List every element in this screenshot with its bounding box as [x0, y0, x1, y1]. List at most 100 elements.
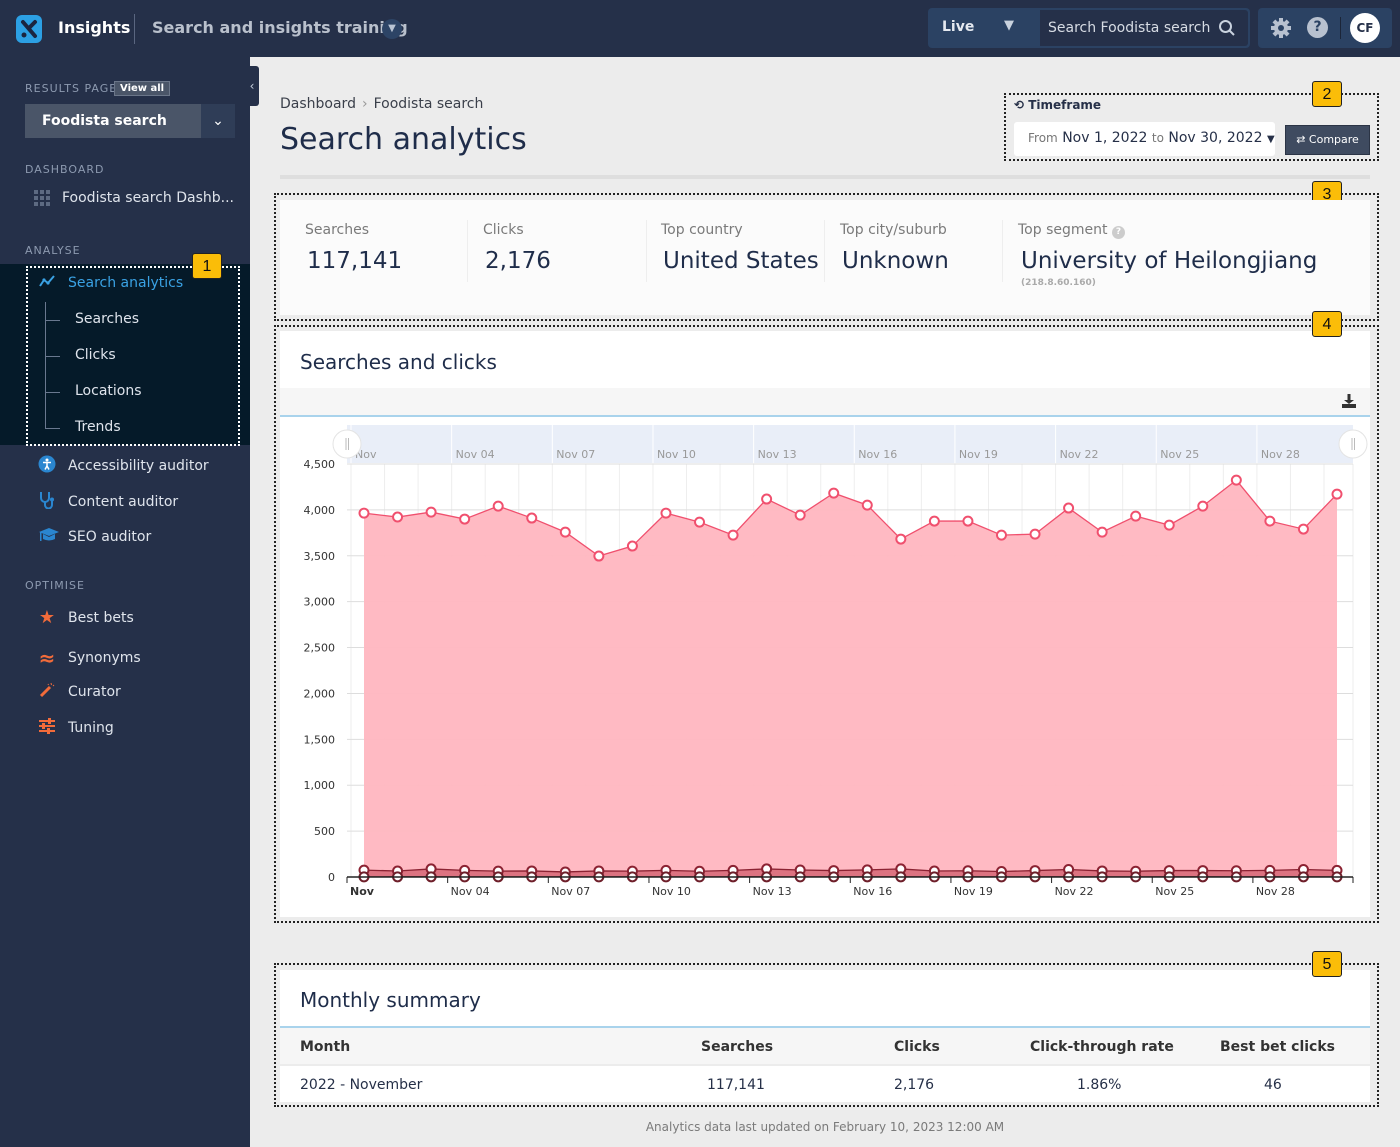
sidebar	[0, 57, 250, 1147]
searches-clicks-chart: Nov Nov 04 Nov 07 Nov 10 Nov 13 Nov 16 Nov 19 N…	[304, 425, 1368, 898]
sidebar-item-dashboard[interactable]: Foodista search Dashb...	[34, 190, 234, 206]
y-tick-label: 500	[314, 825, 335, 838]
x-tick-label: Nov 10	[652, 885, 691, 898]
data-point-searches	[1130, 510, 1142, 522]
breadcrumb-foodista-search[interactable]: Foodista search	[374, 96, 484, 112]
summary-title: Monthly summary	[300, 988, 481, 1012]
stat-value: United States	[663, 248, 819, 274]
help-icon[interactable]: ?	[1307, 17, 1328, 38]
cell-ctr: 1.86%	[1077, 1077, 1122, 1093]
sidebar-item-label: Synonyms	[68, 650, 141, 666]
compare-button[interactable]: ⇄ Compare	[1285, 125, 1370, 155]
y-tick-label: 2,500	[304, 642, 336, 655]
view-all-button[interactable]: View all	[114, 81, 171, 96]
stat-label: Clicks	[483, 222, 524, 238]
navigator-label: Nov 10	[657, 448, 696, 461]
environment-search-group: Live ▼ Search Foodista search	[928, 8, 1250, 48]
from-date: Nov 1, 2022	[1062, 130, 1148, 146]
accessibility-icon	[38, 455, 56, 477]
data-point-searches	[761, 493, 773, 505]
column-header[interactable]: Searches	[701, 1039, 773, 1055]
data-point-searches	[895, 533, 907, 545]
divider	[134, 14, 135, 44]
navigator-handle-left[interactable]	[332, 429, 362, 459]
stat-label: Top city/suburb	[840, 222, 947, 238]
data-point-searches	[1197, 500, 1209, 512]
sidebar-item-best-bets[interactable]: ★ Best bets	[38, 607, 134, 628]
results-page-value[interactable]: Foodista search	[42, 113, 167, 129]
magic-wand-icon	[38, 682, 56, 702]
caret-down-icon: ▼	[1266, 134, 1275, 145]
stethoscope-icon	[38, 491, 56, 513]
chart-title: Searches and clicks	[300, 350, 497, 374]
search-input[interactable]: Search Foodista search	[1040, 10, 1248, 46]
sidebar-item-seo-auditor[interactable]: SEO auditor	[38, 527, 151, 547]
data-point-searches	[559, 526, 571, 538]
navigator-label: Nov 16	[858, 448, 897, 461]
data-point-searches	[1096, 526, 1108, 538]
y-tick-label: 3,500	[304, 550, 336, 563]
x-tick-label: Nov 13	[753, 885, 792, 898]
sidebar-item-synonyms[interactable]: ≈ Synonyms	[38, 646, 141, 670]
results-page-select[interactable]: Foodista search ⌄	[25, 104, 235, 138]
stat-label: Searches	[305, 222, 370, 238]
breadcrumb-dashboard[interactable]: Dashboard	[280, 96, 356, 112]
sidebar-item-content-auditor[interactable]: Content auditor	[38, 491, 178, 513]
stat-subvalue: (218.8.60.160)	[1021, 278, 1096, 288]
data-point-searches	[727, 529, 739, 541]
help-circle-icon[interactable]: ?	[1111, 226, 1125, 239]
data-point-searches	[861, 499, 873, 511]
date-range-picker[interactable]: From Nov 1, 2022 to Nov 30, 2022 ▼	[1014, 122, 1275, 156]
collapse-sidebar-chevron-left-icon[interactable]: ‹	[245, 66, 259, 106]
breadcrumb-separator: ›	[361, 96, 368, 112]
divider	[824, 220, 825, 282]
avatar[interactable]: CF	[1350, 13, 1380, 43]
chevron-down-icon[interactable]: ▼	[1004, 18, 1014, 33]
sidebar-item-accessibility-auditor[interactable]: Accessibility auditor	[38, 455, 209, 477]
stat-label: Top country	[661, 222, 743, 238]
column-header[interactable]: Best bet clicks	[1220, 1039, 1335, 1055]
data-point-searches	[1264, 515, 1276, 527]
star-icon: ★	[38, 607, 56, 628]
stat-value: Unknown	[842, 248, 949, 274]
sidebar-item-tuning[interactable]: Tuning	[38, 718, 114, 738]
environment-select[interactable]: Live	[942, 19, 974, 35]
column-header[interactable]: Clicks	[894, 1039, 940, 1055]
column-header[interactable]: Click-through rate	[1030, 1039, 1174, 1055]
x-tick-label: Nov 25	[1155, 885, 1194, 898]
insights-logo-icon[interactable]	[16, 15, 42, 43]
search-placeholder[interactable]: Search Foodista search	[1048, 20, 1210, 36]
project-chevron-down-icon[interactable]: ▼	[382, 19, 402, 39]
data-point-searches	[794, 509, 806, 521]
page-title: Search analytics	[280, 122, 527, 157]
gear-icon[interactable]	[1270, 17, 1292, 43]
data-point-searches	[593, 550, 605, 562]
sidebar-item-label: Best bets	[68, 609, 134, 626]
sidebar-item-label: Foodista search Dashb...	[62, 190, 234, 206]
chevron-down-icon[interactable]: ⌄	[201, 104, 235, 138]
sidebar-item-curator[interactable]: Curator	[38, 682, 121, 702]
project-name[interactable]: Search and insights training	[152, 18, 408, 37]
column-header[interactable]: Month	[300, 1039, 350, 1055]
x-tick-label: Nov 28	[1256, 885, 1295, 898]
data-point-searches	[928, 515, 940, 527]
x-tick-label: Nov 19	[954, 885, 993, 898]
data-point-searches	[626, 540, 638, 552]
cell-clicks: 2,176	[894, 1077, 935, 1093]
app-name[interactable]: Insights	[58, 18, 130, 37]
chart-toolbar	[280, 388, 1370, 417]
analyse-label: ANALYSE	[25, 244, 81, 257]
data-point-searches	[995, 529, 1007, 541]
search-icon[interactable]	[1218, 19, 1236, 41]
data-point-searches	[1029, 528, 1041, 540]
navigator-label: Nov 07	[556, 448, 595, 461]
navigator-handle-right[interactable]	[1338, 429, 1368, 459]
from-label: From	[1028, 131, 1058, 145]
sidebar-item-label: Tuning	[68, 720, 114, 736]
data-point-searches	[1063, 502, 1075, 514]
navigator-label: Nov 04	[456, 448, 495, 461]
y-tick-label: 4,500	[304, 458, 336, 471]
download-icon[interactable]	[1342, 393, 1356, 412]
y-tick-label: 1,500	[304, 733, 336, 746]
sidebar-item-label: SEO auditor	[68, 529, 152, 545]
